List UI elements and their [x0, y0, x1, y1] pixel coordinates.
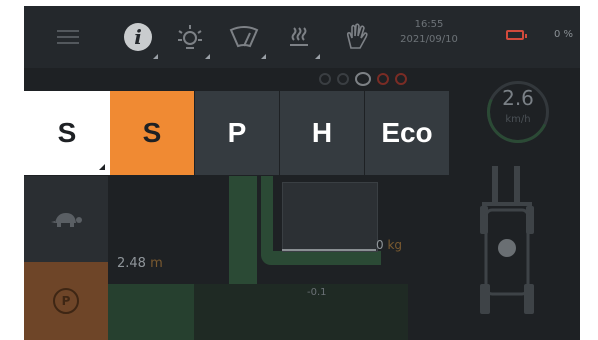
indicator-icon: [319, 73, 331, 85]
tire-indicator-icon: [355, 72, 371, 86]
load-weight-unit: kg: [387, 238, 403, 252]
info-button[interactable]: i: [112, 6, 164, 68]
battery-percent: 0 %: [554, 29, 574, 40]
turtle-icon: [51, 213, 82, 227]
load-weight: 0 kg: [376, 238, 402, 252]
heater-icon: [290, 27, 308, 46]
mode-button-s[interactable]: S: [110, 91, 194, 175]
lift-height-unit: m: [150, 256, 163, 271]
speed-value: 2.6: [502, 86, 534, 110]
glove-button[interactable]: [328, 6, 384, 68]
mode-label: S: [57, 117, 77, 148]
mode-button-h[interactable]: H: [280, 91, 364, 175]
menu-icon: [57, 26, 79, 48]
lift-height-value: 2.48: [117, 256, 146, 271]
lift-height: 2.48 m: [117, 256, 163, 271]
date-text: 2021/09/10: [400, 34, 458, 45]
time-text: 16:55: [414, 19, 444, 30]
load-box: [282, 182, 378, 252]
warning-indicator-icon: [377, 73, 389, 85]
top-status-bar: i 16:55 2021/09/10 0 %: [24, 6, 580, 68]
speed-unit: km/h: [505, 114, 531, 125]
load-line: [282, 249, 376, 251]
forklift-display: i 16:55 2021/09/10 0 % S S P H Eco P 2.4…: [24, 6, 580, 340]
parking-brake-button[interactable]: P: [24, 262, 108, 340]
mast: [229, 176, 257, 284]
load-weight-value: 0: [376, 238, 384, 252]
info-icon: i: [124, 23, 152, 51]
brake-label: P: [61, 294, 71, 308]
tilt-value: -0.1: [307, 287, 327, 298]
mode-button-p[interactable]: P: [195, 91, 279, 175]
light-button[interactable]: [164, 6, 216, 68]
mode-label: P: [227, 117, 247, 148]
menu-button[interactable]: [24, 6, 112, 68]
alert-indicator-icon: [395, 73, 407, 85]
heater-button[interactable]: [272, 6, 326, 68]
indicator-icon: [337, 73, 349, 85]
wiper-button[interactable]: [216, 6, 272, 68]
mode-label: H: [311, 117, 333, 148]
wiper-icon: [229, 26, 259, 48]
mode-button-eco[interactable]: Eco: [365, 91, 449, 175]
vehicle-topview-icon: [480, 166, 534, 314]
turtle-speed-button[interactable]: [24, 176, 108, 262]
mode-button-s-selected[interactable]: S: [24, 91, 110, 175]
fork: [261, 251, 381, 265]
mode-label: S: [142, 117, 162, 148]
light-icon: [178, 25, 202, 49]
clock: 16:55 2021/09/10: [384, 17, 474, 47]
ground-marker: [108, 284, 194, 340]
battery-icon: [506, 30, 527, 40]
mode-label: Eco: [381, 117, 433, 148]
glove-icon: [346, 23, 368, 49]
speed-gauge-arc: [478, 72, 558, 152]
status-indicators: [319, 68, 459, 90]
mast-inner: [261, 176, 273, 256]
parking-brake-icon: P: [53, 288, 79, 314]
